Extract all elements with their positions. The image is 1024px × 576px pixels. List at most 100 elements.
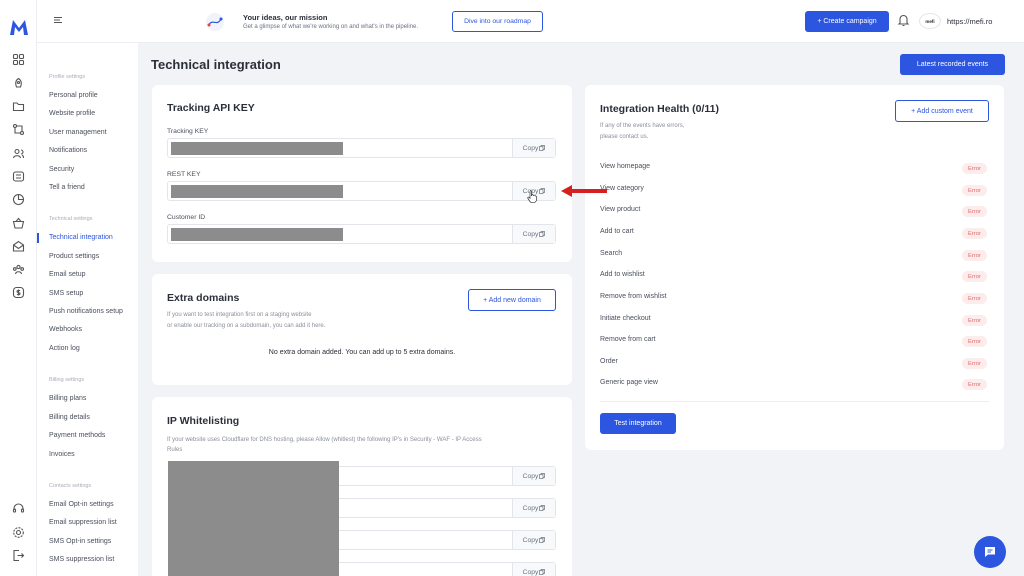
divider	[600, 401, 989, 402]
ideas-subtitle: Get a glimpse of what we're working on a…	[243, 24, 419, 30]
sidebar-item-payment-methods[interactable]: Payment methods	[49, 432, 105, 439]
ip-whitelisting-desc-2: Rules	[167, 447, 183, 453]
copy-tracking-key-button[interactable]: Copy	[512, 139, 555, 157]
section-profile-settings: Profile settings	[49, 74, 86, 80]
api-key-card: Tracking API KEY Tracking KEY Copy REST …	[152, 85, 572, 262]
sidebar-item-invoices[interactable]: Invoices	[49, 451, 75, 458]
dashboard-icon[interactable]	[12, 53, 25, 66]
sidebar-item-billing-details[interactable]: Billing details	[49, 414, 90, 421]
sidebar-item-notifications[interactable]: Notifications	[49, 147, 87, 154]
roadmap-button[interactable]: Dive into our roadmap	[452, 11, 543, 32]
copy-ip-4-button[interactable]: Copy	[512, 563, 555, 576]
ip-field-3[interactable]: Copy	[339, 530, 556, 550]
status-badge: Error	[962, 163, 987, 174]
event-view-homepage: View homepage	[600, 163, 651, 170]
integration-health-title: Integration Health (0/11)	[600, 103, 720, 115]
bell-icon[interactable]	[897, 13, 910, 27]
billing-icon[interactable]	[12, 286, 25, 299]
sidebar-item-sms-suppression[interactable]: SMS suppression list	[49, 556, 114, 563]
icon-rail	[0, 0, 37, 576]
flow-icon[interactable]	[12, 123, 25, 136]
chat-button[interactable]	[974, 536, 1006, 568]
account-avatar[interactable]: mefi	[919, 13, 941, 29]
latest-events-button[interactable]: Latest recorded events	[900, 54, 1005, 75]
sidebar-item-technical-integration[interactable]: Technical integration	[49, 234, 113, 241]
menu-toggle-icon[interactable]	[53, 15, 63, 25]
add-custom-event-button[interactable]: + Add custom event	[895, 100, 989, 122]
ip-whitelisting-desc-1: If your website uses Cloudflare for DNS …	[167, 437, 482, 443]
templates-icon[interactable]	[12, 170, 25, 183]
ideas-title: Your ideas, our mission	[243, 13, 328, 22]
inbox-icon[interactable]	[12, 240, 25, 253]
event-generic-page-view: Generic page view	[600, 379, 658, 386]
status-badge: Error	[962, 293, 987, 304]
empty-domains-message: No extra domain added. You can add up to…	[268, 349, 456, 356]
add-new-domain-button[interactable]: + Add new domain	[468, 289, 556, 311]
audience-icon[interactable]	[12, 263, 25, 276]
rest-key-field[interactable]: Copy	[167, 181, 556, 201]
copy-ip-1-button[interactable]: Copy	[512, 467, 555, 485]
tracking-key-label: Tracking KEY	[167, 128, 209, 135]
ip-field-4[interactable]: Copy	[339, 562, 556, 576]
basket-icon[interactable]	[12, 217, 25, 230]
sidebar-item-email-suppression[interactable]: Email suppression list	[49, 519, 117, 526]
copy-label: Copy	[522, 144, 539, 152]
copy-customer-id-button[interactable]: Copy	[512, 225, 555, 243]
logout-icon[interactable]	[12, 549, 25, 562]
reports-icon[interactable]	[12, 193, 25, 206]
copy-icon	[539, 188, 546, 194]
sidebar-item-webhooks[interactable]: Webhooks	[49, 326, 82, 333]
copy-ip-2-button[interactable]: Copy	[512, 499, 555, 517]
sidebar-item-email-opt-in[interactable]: Email Opt-in settings	[49, 501, 114, 508]
copy-ip-3-button[interactable]: Copy	[512, 531, 555, 549]
sidebar-item-personal-profile[interactable]: Personal profile	[49, 92, 98, 99]
sidebar-item-sms-opt-in[interactable]: SMS Opt-in settings	[49, 538, 111, 545]
event-initiate-checkout: Initiate checkout	[600, 315, 651, 322]
section-contacts-settings: Contacts settings	[49, 483, 92, 489]
mefi-logo[interactable]	[9, 18, 29, 36]
redacted-value	[171, 142, 343, 155]
hand-cursor-icon	[527, 190, 537, 203]
settings-icon[interactable]	[12, 526, 25, 539]
ip-field-1[interactable]: Copy	[339, 466, 556, 486]
copy-icon	[539, 145, 546, 151]
headset-icon[interactable]	[12, 502, 25, 515]
extra-domains-desc-1: If you want to test integration first on…	[167, 312, 312, 318]
sidebar-item-email-setup[interactable]: Email setup	[49, 271, 86, 278]
event-search: Search	[600, 250, 623, 257]
page-title: Technical integration	[151, 57, 281, 72]
section-technical-settings: Technical settings	[49, 216, 93, 222]
sidebar-item-sms-setup[interactable]: SMS setup	[49, 290, 83, 297]
tracking-key-field[interactable]: Copy	[167, 138, 556, 158]
roadmap-illustration-icon	[206, 13, 224, 31]
account-url[interactable]: https://mefi.ro	[947, 17, 992, 26]
extra-domains-desc-2: or enable our tracking on a subdomain, y…	[167, 323, 326, 329]
copy-icon	[539, 473, 546, 479]
sidebar-item-tell-a-friend[interactable]: Tell a friend	[49, 184, 85, 191]
test-integration-button[interactable]: Test integration	[600, 413, 676, 434]
sidebar-item-security[interactable]: Security	[49, 166, 74, 173]
health-desc-1: If any of the events have errors,	[600, 123, 685, 129]
create-campaign-button[interactable]: + Create campaign	[805, 11, 889, 32]
ip-field-2[interactable]: Copy	[339, 498, 556, 518]
customer-id-field[interactable]: Copy	[167, 224, 556, 244]
sidebar-item-action-log[interactable]: Action log	[49, 345, 80, 352]
sidebar-item-billing-plans[interactable]: Billing plans	[49, 395, 86, 402]
event-remove-from-wishlist: Remove from wishlist	[600, 293, 667, 300]
extra-domains-card: Extra domains If you want to test integr…	[152, 274, 572, 385]
chat-icon	[985, 547, 995, 557]
sidebar-item-push-notifications[interactable]: Push notifications setup	[49, 308, 123, 315]
sidebar-item-user-management[interactable]: User management	[49, 129, 107, 136]
extra-domains-title: Extra domains	[167, 292, 240, 304]
copy-label: Copy	[522, 536, 539, 544]
redacted-value	[171, 228, 343, 241]
contacts-icon[interactable]	[12, 147, 25, 160]
folder-icon[interactable]	[12, 100, 25, 113]
sidebar-item-product-settings[interactable]: Product settings	[49, 253, 99, 260]
copy-icon	[539, 537, 546, 543]
sidebar-item-website-profile[interactable]: Website profile	[49, 110, 95, 117]
rocket-icon[interactable]	[12, 77, 25, 90]
annotation-arrow-icon	[561, 185, 607, 197]
status-badge: Error	[962, 185, 987, 196]
copy-label: Copy	[522, 230, 539, 238]
